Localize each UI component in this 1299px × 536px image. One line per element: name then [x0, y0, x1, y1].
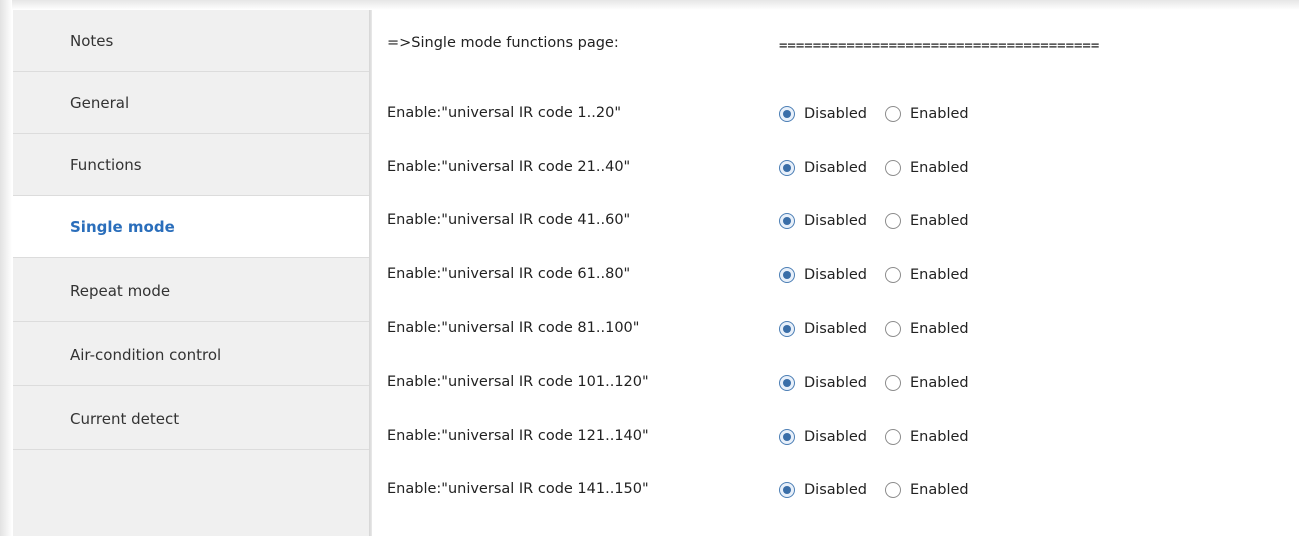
- row-label: Enable:"universal IR code 1..20": [387, 105, 621, 121]
- sidebar-item-single-mode[interactable]: Single mode: [13, 196, 372, 258]
- option-label[interactable]: Disabled: [804, 482, 867, 498]
- option-enabled[interactable]: Enabled: [885, 321, 969, 337]
- option-label[interactable]: Disabled: [804, 267, 867, 283]
- radio-button[interactable]: [885, 375, 901, 391]
- option-disabled[interactable]: Disabled: [779, 106, 867, 122]
- option-label[interactable]: Enabled: [910, 429, 969, 445]
- sidebar-item-notes[interactable]: Notes: [13, 10, 369, 72]
- radio-button-checked[interactable]: [779, 160, 795, 176]
- option-label[interactable]: Disabled: [804, 321, 867, 337]
- option-enabled[interactable]: Enabled: [885, 429, 969, 445]
- option-enabled[interactable]: Enabled: [885, 375, 969, 391]
- radio-button-checked[interactable]: [779, 267, 795, 283]
- option-enabled[interactable]: Enabled: [885, 106, 969, 122]
- header-label: =>Single mode functions page:: [387, 35, 619, 51]
- option-enabled[interactable]: Enabled: [885, 160, 969, 176]
- option-enabled[interactable]: Enabled: [885, 213, 969, 229]
- option-disabled[interactable]: Disabled: [779, 321, 867, 337]
- option-enabled[interactable]: Enabled: [885, 482, 969, 498]
- row-label: Enable:"universal IR code 101..120": [387, 374, 649, 390]
- radio-button[interactable]: [885, 482, 901, 498]
- radio-button-checked[interactable]: [779, 482, 795, 498]
- option-label[interactable]: Enabled: [910, 375, 969, 391]
- sidebar-item-functions[interactable]: Functions: [13, 134, 369, 196]
- option-label[interactable]: Disabled: [804, 429, 867, 445]
- radio-button-checked[interactable]: [779, 106, 795, 122]
- option-disabled[interactable]: Disabled: [779, 375, 867, 391]
- radio-group: Disabled Enabled: [779, 479, 969, 501]
- row-label: Enable:"universal IR code 41..60": [387, 212, 631, 228]
- option-label[interactable]: Enabled: [910, 106, 969, 122]
- left-shadow: [0, 0, 12, 536]
- radio-group: Disabled Enabled: [779, 372, 969, 394]
- option-label[interactable]: Disabled: [804, 375, 867, 391]
- radio-button[interactable]: [885, 160, 901, 176]
- radio-group: Disabled Enabled: [779, 426, 969, 448]
- sidebar-item-repeat-mode[interactable]: Repeat mode: [13, 260, 369, 322]
- option-label[interactable]: Enabled: [910, 213, 969, 229]
- row-label: Enable:"universal IR code 141..150": [387, 481, 649, 497]
- option-label[interactable]: Enabled: [910, 482, 969, 498]
- option-disabled[interactable]: Disabled: [779, 160, 867, 176]
- parameter-panel: =>Single mode functions page: ==========…: [372, 10, 1299, 536]
- radio-button-checked[interactable]: [779, 429, 795, 445]
- option-disabled[interactable]: Disabled: [779, 267, 867, 283]
- option-label[interactable]: Enabled: [910, 160, 969, 176]
- radio-button-checked[interactable]: [779, 213, 795, 229]
- row-label: Enable:"universal IR code 121..140": [387, 428, 649, 444]
- option-disabled[interactable]: Disabled: [779, 482, 867, 498]
- option-disabled[interactable]: Disabled: [779, 213, 867, 229]
- radio-group: Disabled Enabled: [779, 264, 969, 286]
- option-label[interactable]: Enabled: [910, 321, 969, 337]
- sidebar-item-general[interactable]: General: [13, 72, 369, 134]
- header-separator-value: ======================================: [779, 38, 1100, 54]
- row-label: Enable:"universal IR code 81..100": [387, 320, 640, 336]
- radio-button-checked[interactable]: [779, 321, 795, 337]
- option-label[interactable]: Disabled: [804, 160, 867, 176]
- option-label[interactable]: Enabled: [910, 267, 969, 283]
- top-shadow: [0, 0, 1299, 10]
- row-label: Enable:"universal IR code 61..80": [387, 266, 631, 282]
- radio-button[interactable]: [885, 267, 901, 283]
- sidebar-item-air-condition-control[interactable]: Air-condition control: [13, 324, 369, 386]
- sidebar-item-current-detect[interactable]: Current detect: [13, 388, 369, 450]
- option-label[interactable]: Disabled: [804, 213, 867, 229]
- radio-button[interactable]: [885, 213, 901, 229]
- radio-group: Disabled Enabled: [779, 103, 969, 125]
- radio-button[interactable]: [885, 106, 901, 122]
- row-label: Enable:"universal IR code 21..40": [387, 159, 631, 175]
- radio-button[interactable]: [885, 321, 901, 337]
- option-disabled[interactable]: Disabled: [779, 429, 867, 445]
- radio-button-checked[interactable]: [779, 375, 795, 391]
- radio-group: Disabled Enabled: [779, 318, 969, 340]
- sidebar: Notes General Functions Single mode Repe…: [13, 10, 372, 536]
- radio-group: Disabled Enabled: [779, 157, 969, 179]
- radio-button[interactable]: [885, 429, 901, 445]
- option-enabled[interactable]: Enabled: [885, 267, 969, 283]
- option-label[interactable]: Disabled: [804, 106, 867, 122]
- radio-group: Disabled Enabled: [779, 210, 969, 232]
- window-frame: Notes General Functions Single mode Repe…: [0, 0, 1299, 536]
